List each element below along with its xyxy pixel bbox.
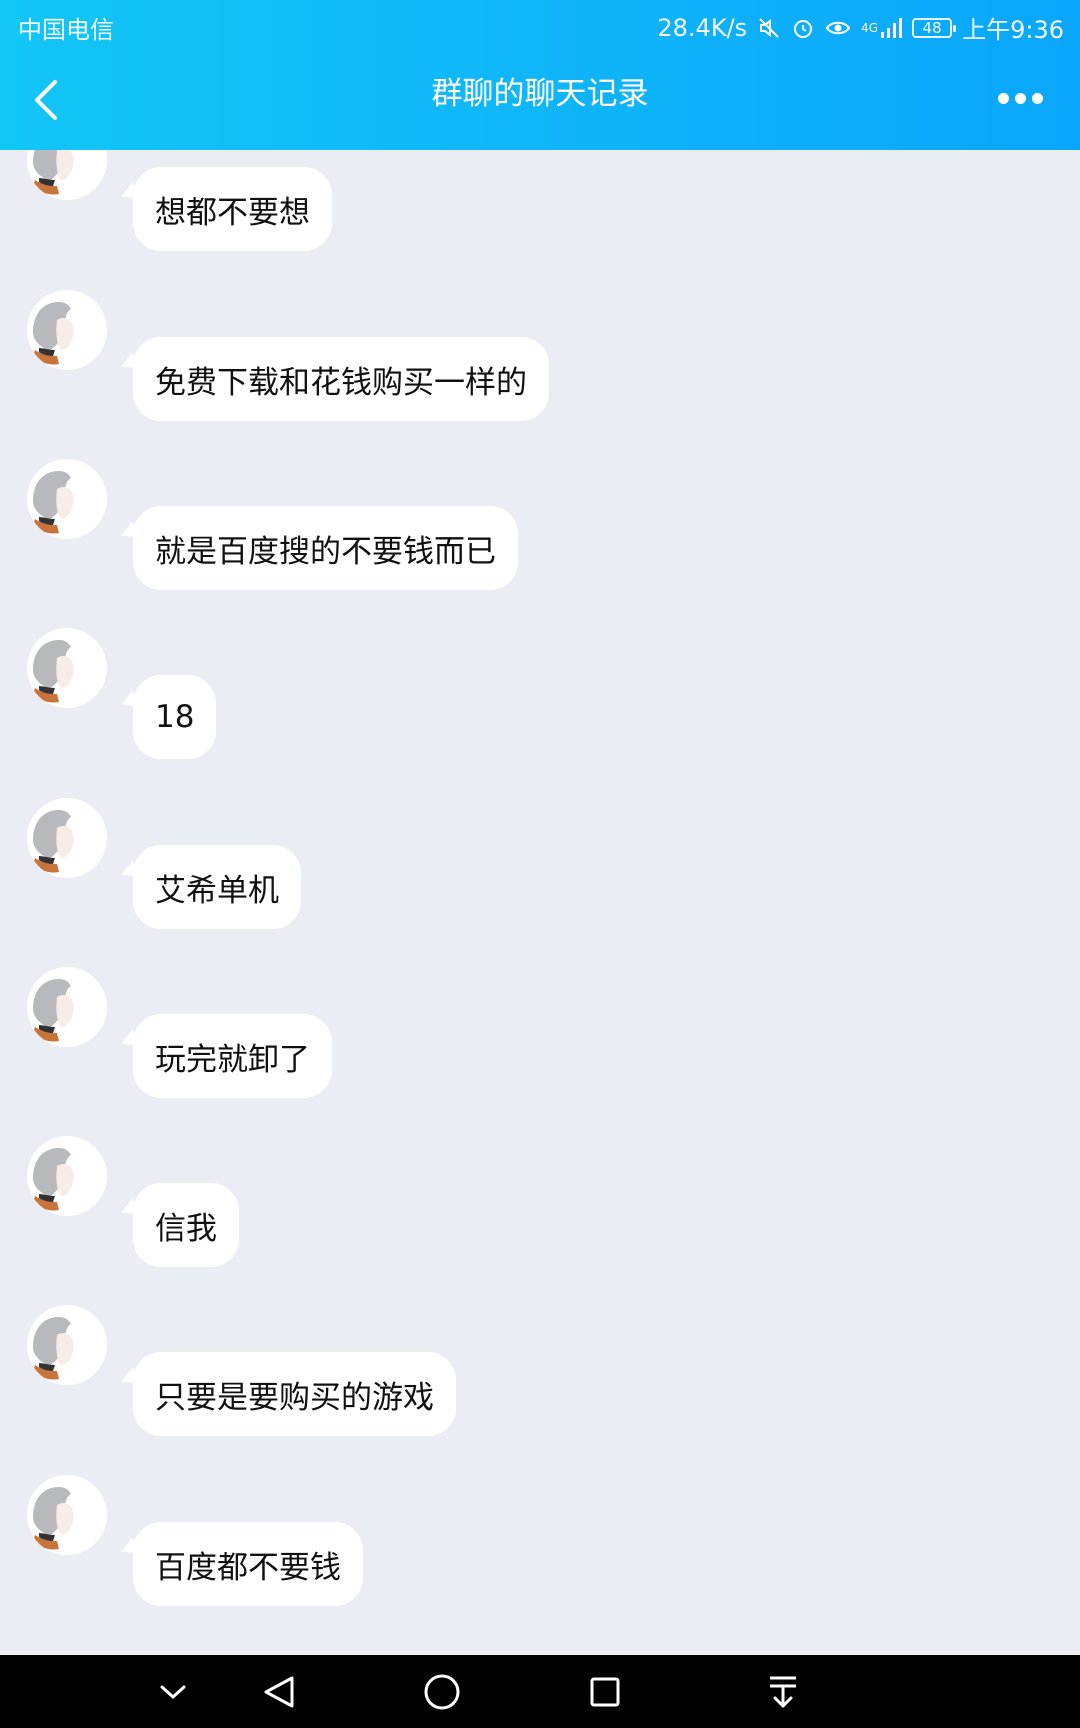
system-navigation-bar	[0, 1655, 1080, 1728]
mute-icon	[757, 15, 781, 41]
message-bubble[interactable]: 玩完就卸了	[133, 1014, 332, 1098]
page-title: 群聊的聊天记录	[431, 76, 649, 112]
message-bubble[interactable]: 免费下载和花钱购买一样的	[133, 337, 549, 421]
circle-home-icon	[424, 1674, 460, 1710]
avatar[interactable]	[27, 459, 107, 539]
chevron-down-icon	[160, 1685, 186, 1699]
dot-icon	[1031, 92, 1043, 104]
message-bubble[interactable]: 百度都不要钱	[133, 1522, 363, 1606]
triangle-back-icon	[264, 1676, 294, 1708]
home-nav-button[interactable]	[419, 1669, 465, 1715]
message-bubble[interactable]: 艾希单机	[133, 845, 301, 929]
message-bubble[interactable]: 只要是要购买的游戏	[133, 1352, 456, 1436]
avatar[interactable]	[27, 798, 107, 878]
network-speed: 28.4K/s	[657, 13, 748, 42]
chat-message: 百度都不要钱	[0, 1475, 1080, 1645]
chat-message: 玩完就卸了	[0, 967, 1080, 1137]
app-header: 中国电信 28.4K/s 4G 48 上午9:36 群聊的聊天记录	[0, 0, 1080, 150]
notification-pulldown-button[interactable]	[760, 1669, 806, 1715]
message-bubble[interactable]: 信我	[133, 1183, 239, 1267]
signal-icon: 4G	[861, 15, 903, 41]
avatar[interactable]	[27, 628, 107, 708]
more-options-button[interactable]	[990, 80, 1050, 116]
collapse-nav-button[interactable]	[150, 1669, 196, 1715]
chat-message: 18	[0, 628, 1080, 798]
chat-message: 艾希单机	[0, 798, 1080, 968]
avatar[interactable]	[27, 1475, 107, 1555]
avatar[interactable]	[27, 150, 107, 200]
avatar[interactable]	[27, 290, 107, 370]
chat-message: 想都不要想	[0, 150, 1080, 290]
avatar[interactable]	[27, 967, 107, 1047]
carrier-label: 中国电信	[18, 16, 114, 44]
square-recents-icon	[590, 1677, 620, 1707]
chat-message: 免费下载和花钱购买一样的	[0, 290, 1080, 460]
avatar[interactable]	[27, 1305, 107, 1385]
battery-level: 48	[922, 18, 942, 37]
chat-message: 只要是要购买的游戏	[0, 1305, 1080, 1475]
back-nav-button[interactable]	[256, 1669, 302, 1715]
alarm-icon	[791, 15, 815, 41]
message-bubble[interactable]: 就是百度搜的不要钱而已	[133, 506, 518, 590]
pulldown-icon	[770, 1676, 796, 1708]
dot-icon	[1014, 92, 1026, 104]
eye-icon	[825, 15, 851, 41]
status-bar: 中国电信 28.4K/s 4G 48 上午9:36	[0, 0, 1080, 50]
avatar[interactable]	[27, 1136, 107, 1216]
nav-bar: 群聊的聊天记录	[0, 50, 1080, 150]
clock: 上午9:36	[962, 16, 1064, 44]
chat-message: 信我	[0, 1136, 1080, 1306]
signal-label: 4G	[861, 20, 879, 35]
status-icons: 28.4K/s 4G 48 上午9:36	[657, 10, 1064, 45]
dot-icon	[997, 92, 1009, 104]
battery-icon: 48	[912, 17, 957, 38]
message-bubble[interactable]: 18	[133, 675, 217, 759]
chat-message: 就是百度搜的不要钱而已	[0, 459, 1080, 629]
chat-history[interactable]: 想都不要想 免费下载和花钱购买一样的 就是百度搜的不要钱而已 18 艾希单机 玩…	[0, 150, 1080, 1655]
message-bubble[interactable]: 想都不要想	[133, 167, 332, 251]
recents-nav-button[interactable]	[582, 1669, 628, 1715]
